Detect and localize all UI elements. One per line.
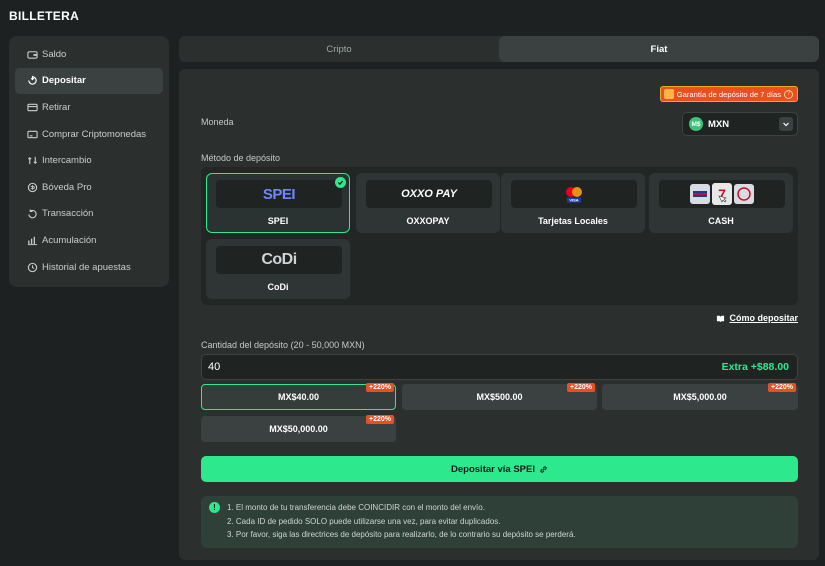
preset-label: MX$5,000.00 [673, 392, 727, 402]
sidebar-item-historial[interactable]: Historial de apuestas [15, 254, 163, 281]
guarantee-badge[interactable]: Garantía de depósito de 7 días ? [659, 86, 798, 102]
extra-bonus-text: Extra +$88.00 [721, 361, 789, 373]
deposit-type-tabs: Cripto Fiat [179, 36, 819, 62]
sidebar-item-label: Saldo [42, 48, 67, 60]
fiat-deposit-panel: Garantía de depósito de 7 días ? Moneda … [179, 69, 819, 560]
sidebar-item-transaccion[interactable]: Transacción [15, 201, 163, 228]
link-icon [540, 465, 547, 473]
tab-fiat[interactable]: Fiat [499, 36, 819, 62]
info-icon: ! [209, 502, 220, 513]
preset-amount-5000[interactable]: MX$5,000.00 +220% [602, 383, 798, 410]
sidebar-item-depositar[interactable]: Depositar [15, 67, 163, 95]
method-label: Método de depósito [201, 153, 281, 163]
chart-icon [27, 236, 38, 246]
tab-cripto[interactable]: Cripto [179, 36, 499, 62]
method-name: CoDi [267, 282, 289, 292]
guarantee-label: Garantía de depósito de 7 días [676, 89, 781, 99]
sidebar-item-label: Retirar [42, 101, 71, 113]
note-line: 1. El monto de tu transferencia debe COI… [227, 503, 485, 512]
store-logos-icon: 7 [690, 183, 754, 205]
note-line: 3. Por favor, siga las directrices de de… [227, 530, 576, 539]
method-spei[interactable]: SPEI SPEI [206, 173, 350, 233]
method-name: CASH [708, 216, 734, 226]
bonus-badge: +220% [567, 383, 595, 392]
method-name: Tarjetas Locales [538, 216, 608, 226]
amount-input[interactable] [208, 361, 722, 373]
currency-select[interactable]: M$ MXN [682, 112, 798, 136]
amount-label: Cantidad del depósito (20 - 50,000 MXN) [201, 340, 365, 350]
cash-stores-logo: 7 [659, 180, 785, 208]
check-icon [335, 177, 346, 188]
preset-amount-50000[interactable]: MX$50,000.00 +220% [201, 415, 396, 442]
method-tarjetas-locales[interactable]: VISA Tarjetas Locales [501, 173, 645, 233]
deposit-icon [28, 76, 37, 86]
card-logo-text: VISA [569, 198, 578, 203]
transaction-icon [28, 209, 37, 219]
deposit-methods: SPEI SPEI OXXO PAY OXXOPAY VISA Tarjetas… [201, 167, 798, 305]
swap-icon [27, 157, 38, 165]
chevron-down-icon [779, 117, 793, 131]
sidebar-item-intercambio[interactable]: Intercambio [15, 147, 163, 174]
currency-code: MXN [708, 118, 730, 130]
page-title: BILLETERA [9, 9, 80, 23]
bonus-badge: +220% [366, 415, 394, 424]
method-cash[interactable]: 7 CASH [649, 173, 793, 233]
sidebar-item-comprar[interactable]: Comprar Criptomonedas [15, 121, 163, 148]
sidebar-item-label: Historial de apuestas [42, 261, 131, 273]
currency-label: Moneda [201, 117, 234, 127]
sidebar-item-label: Bóveda Pro [42, 181, 92, 193]
book-icon [717, 315, 725, 322]
codi-logo: CoDi [216, 246, 342, 274]
sidebar-item-boveda[interactable]: Bóveda Pro [15, 174, 163, 201]
help-icon: ? [784, 89, 793, 99]
card-icon [27, 130, 38, 138]
oxxopay-logo: OXXO PAY [366, 180, 492, 208]
sidebar-item-retirar[interactable]: Retirar [15, 94, 163, 121]
spei-logo-text: SPEI [262, 185, 296, 203]
preset-label: MX$40.00 [277, 392, 320, 402]
method-name: SPEI [267, 216, 289, 226]
bonus-badge: +220% [768, 383, 796, 392]
sidebar-item-label: Intercambio [42, 155, 92, 167]
bonus-badge: +220% [366, 383, 394, 392]
oxxopay-logo-text: OXXO PAY [401, 188, 457, 200]
amount-field[interactable]: Extra +$88.00 [201, 354, 798, 380]
codi-logo-text: CoDi [261, 251, 297, 268]
method-name: OXXOPAY [406, 216, 450, 226]
sidebar-item-label: Depositar [42, 75, 86, 87]
wallet-icon [27, 50, 38, 59]
sidebar-item-label: Comprar Criptomonedas [42, 128, 147, 140]
sidebar-item-label: Acumulación [42, 234, 97, 246]
how-to-deposit-link[interactable]: Cómo depositar [716, 313, 798, 323]
withdraw-icon [27, 103, 38, 112]
mastercard-visa-logo: VISA [511, 180, 637, 208]
sidebar-item-label: Transacción [42, 208, 94, 220]
mxn-coin-icon: M$ [689, 117, 703, 131]
sidebar-item-acumulacion[interactable]: Acumulación [15, 227, 163, 254]
sidebar: Saldo Depositar Retirar Comprar Criptomo… [9, 36, 169, 287]
how-to-deposit-label: Cómo depositar [729, 313, 798, 323]
preset-label: MX$500.00 [476, 392, 523, 402]
gift-icon [663, 89, 674, 99]
method-oxxopay[interactable]: OXXO PAY OXXOPAY [356, 173, 500, 233]
note-line: 2. Cada ID de pedido SOLO puede utilizar… [227, 516, 501, 526]
deposit-button[interactable]: Depositar vía SPEI [201, 456, 798, 482]
deposit-button-label: Depositar vía SPEI [451, 463, 535, 475]
method-codi[interactable]: CoDi CoDi [206, 239, 350, 299]
spei-logo: SPEI [216, 180, 342, 208]
deposit-notes: ! 1. El monto de tu transferencia debe C… [201, 496, 798, 548]
preset-amount-500[interactable]: MX$500.00 +220% [402, 383, 597, 410]
sidebar-item-saldo[interactable]: Saldo [15, 41, 163, 68]
mastercard-icon: VISA [566, 187, 582, 203]
history-icon [27, 262, 38, 272]
preset-label: MX$50,000.00 [269, 424, 328, 434]
vault-icon [27, 182, 38, 192]
preset-amount-40[interactable]: MX$40.00 +220% [201, 383, 396, 410]
